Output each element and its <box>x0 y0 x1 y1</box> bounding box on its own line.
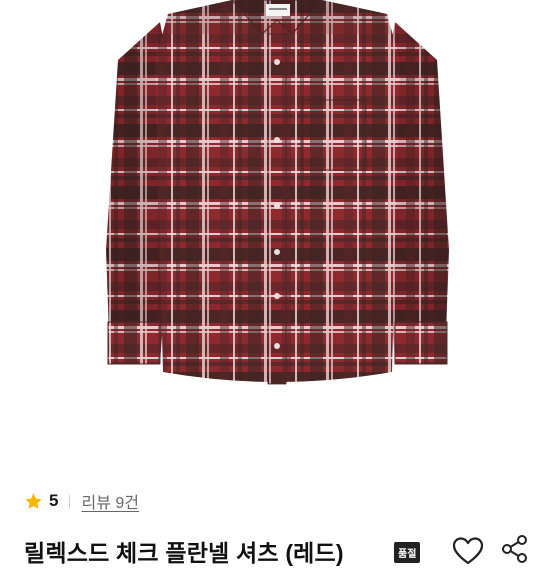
product-image <box>106 0 449 385</box>
product-title-row: 릴렉스드 체크 플란넬 셔츠 (레드) 품절 <box>24 530 544 570</box>
review-count-link[interactable]: 리뷰 9건 <box>81 489 139 513</box>
rating-score: 5 <box>49 491 59 510</box>
sold-out-badge: 품절 <box>394 542 421 563</box>
rating-row: 5 리뷰 9건 <box>24 489 139 513</box>
share-icon[interactable] <box>500 534 530 564</box>
product-title: 릴렉스드 체크 플란넬 셔츠 (레드) <box>24 540 344 566</box>
heart-icon[interactable] <box>452 536 484 566</box>
star-icon <box>25 492 42 509</box>
product-image-gallery[interactable] <box>0 0 555 392</box>
divider <box>69 494 71 508</box>
